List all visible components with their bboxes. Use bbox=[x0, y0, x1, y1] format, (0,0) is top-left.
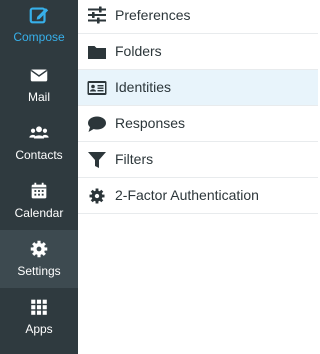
nav-compose-label: Compose bbox=[13, 30, 65, 44]
grid-icon bbox=[31, 299, 47, 315]
settings-item-2fa[interactable]: 2-Factor Authentication bbox=[78, 178, 318, 214]
settings-item-filters[interactable]: Filters bbox=[78, 142, 318, 178]
sidebar: Compose Mail Contacts Calendar Settings … bbox=[0, 0, 78, 354]
envelope-icon bbox=[30, 69, 48, 82]
nav-apps-label: Apps bbox=[25, 322, 53, 336]
settings-item-label: Filters bbox=[115, 151, 154, 167]
nav-mail-label: Mail bbox=[27, 90, 50, 104]
nav-settings-label: Settings bbox=[17, 264, 61, 278]
settings-item-label: Identities bbox=[115, 79, 172, 95]
settings-item-responses[interactable]: Responses bbox=[78, 106, 318, 142]
nav-contacts-label: Contacts bbox=[15, 148, 63, 162]
settings-item-folders[interactable]: Folders bbox=[78, 34, 318, 70]
nav-contacts[interactable]: Contacts bbox=[0, 122, 78, 180]
compose-icon bbox=[29, 7, 49, 24]
nav-mail[interactable]: Mail bbox=[0, 64, 78, 122]
calendar-icon bbox=[31, 182, 47, 199]
users-icon bbox=[29, 126, 49, 139]
sliders-icon bbox=[88, 6, 106, 24]
speech-bubble-icon bbox=[88, 116, 106, 132]
settings-item-label: Responses bbox=[115, 115, 186, 131]
folder-icon bbox=[88, 46, 106, 59]
nav-compose[interactable]: Compose bbox=[0, 4, 78, 62]
nav-settings[interactable]: Settings bbox=[0, 230, 78, 288]
gear-icon bbox=[30, 240, 48, 258]
settings-item-identities[interactable]: Identities bbox=[78, 70, 318, 106]
nav-calendar-label: Calendar bbox=[14, 206, 64, 220]
filter-icon bbox=[88, 152, 106, 168]
settings-item-label: Folders bbox=[115, 43, 162, 59]
settings-item-label: 2-Factor Authentication bbox=[115, 187, 259, 203]
settings-item-label: Preferences bbox=[115, 7, 191, 23]
gear-icon bbox=[89, 188, 105, 204]
settings-menu: Preferences Folders Identities Responses bbox=[78, 0, 318, 354]
nav-apps[interactable]: Apps bbox=[0, 296, 78, 354]
settings-item-preferences[interactable]: Preferences bbox=[78, 0, 318, 34]
id-card-icon bbox=[87, 81, 107, 95]
